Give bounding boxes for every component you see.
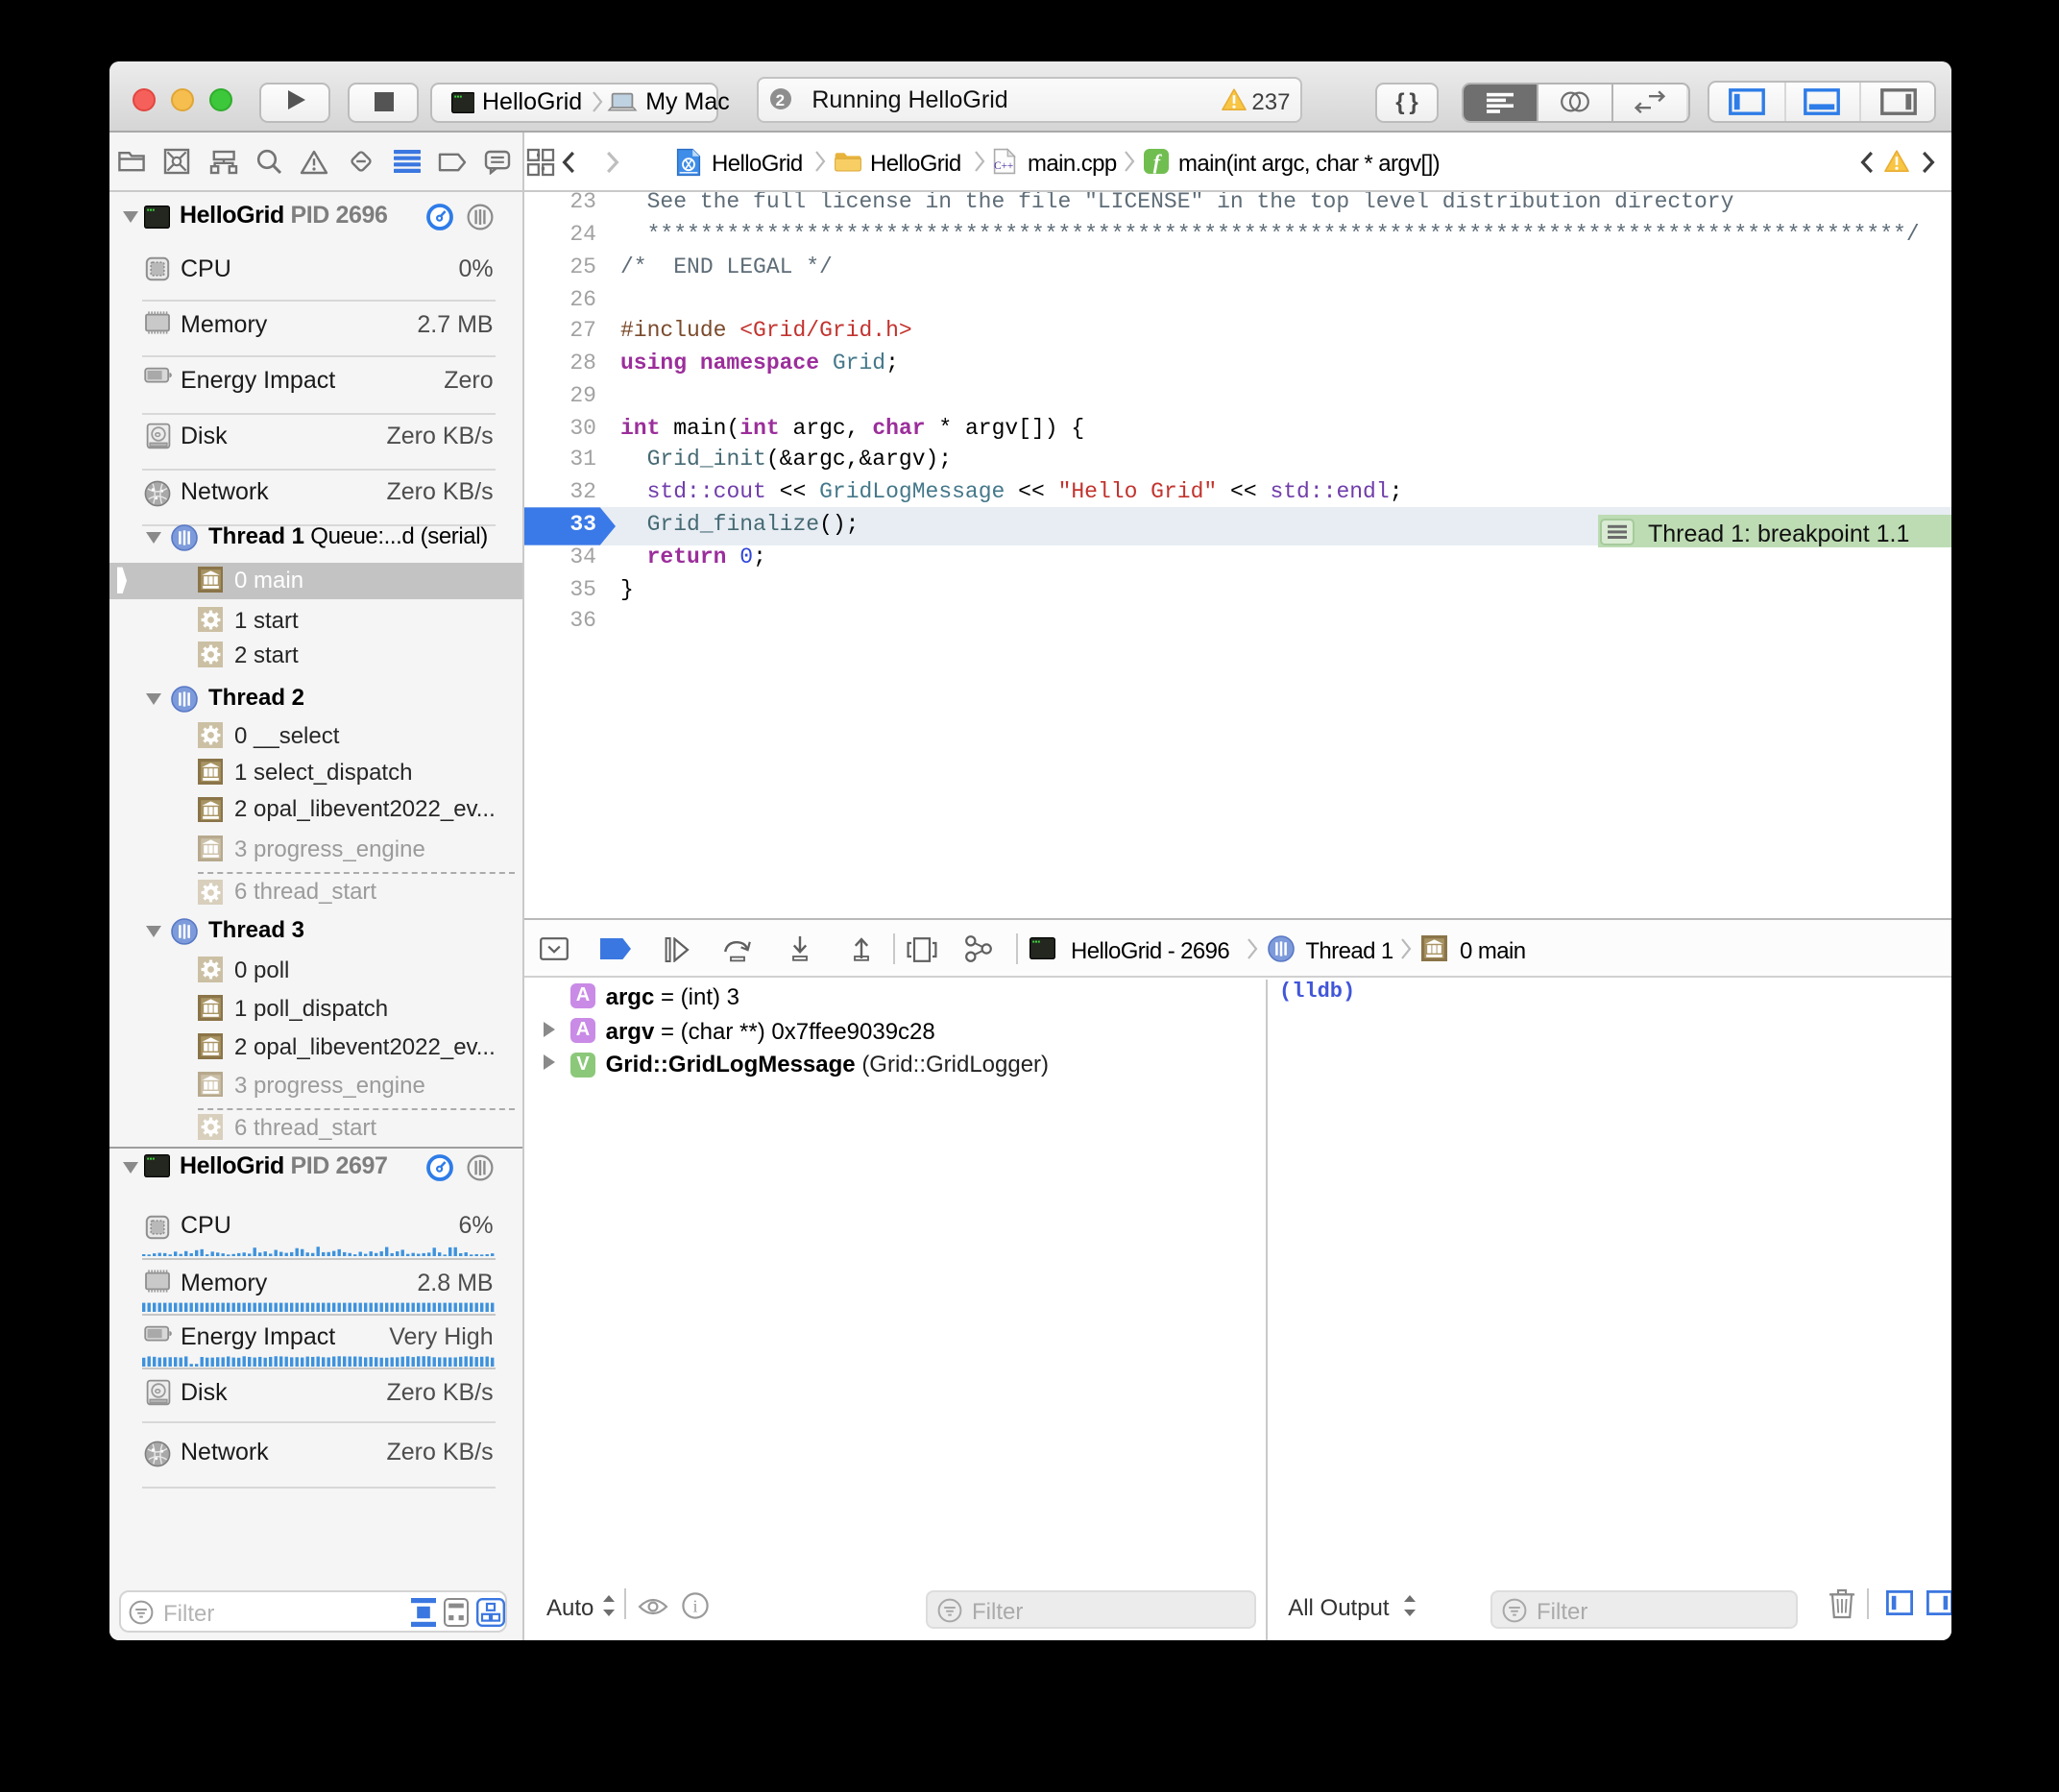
svg-text:C++: C++ — [993, 160, 1012, 172]
svg-text:i: i — [691, 1596, 696, 1615]
